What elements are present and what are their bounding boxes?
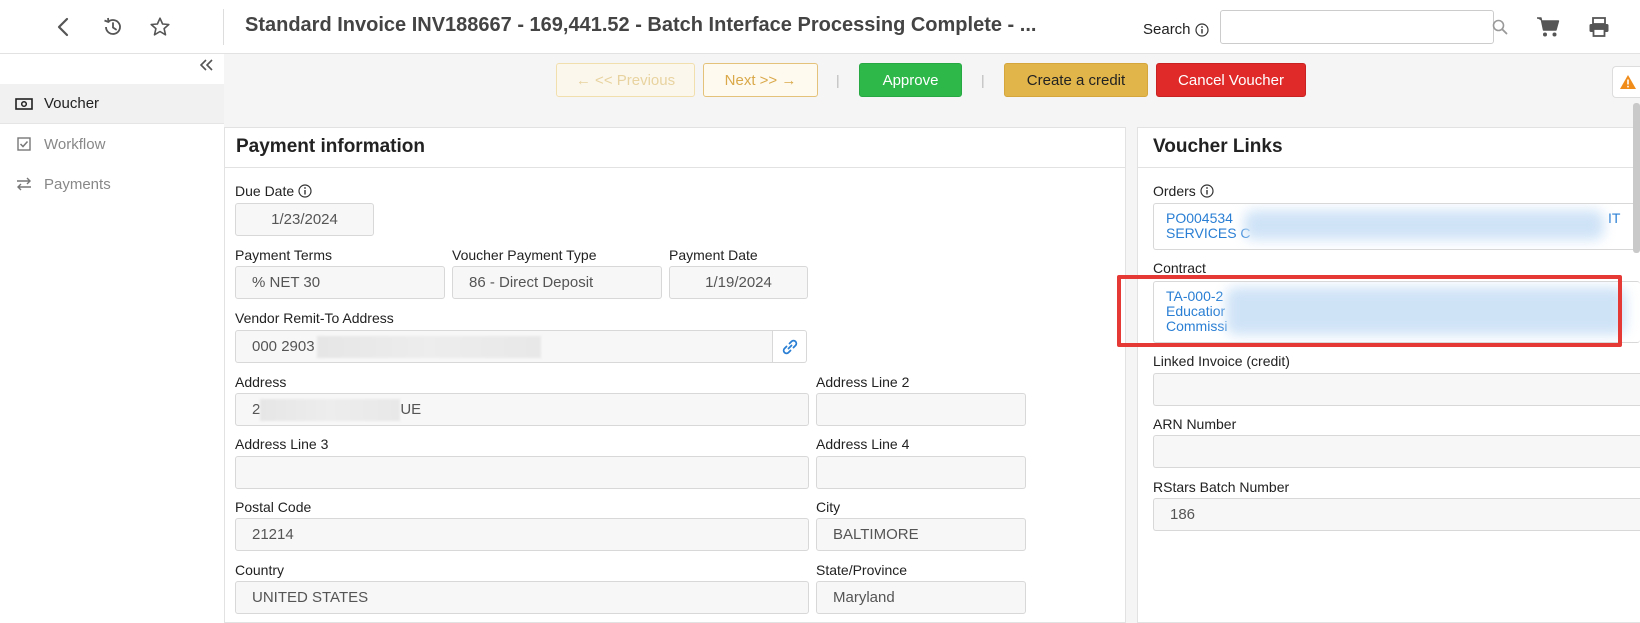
address-value-start: 2 bbox=[252, 401, 261, 418]
arn-number-label: ARN Number bbox=[1153, 416, 1237, 432]
address-field[interactable]: 2 UE bbox=[235, 393, 809, 426]
back-icon[interactable] bbox=[50, 14, 76, 40]
info-icon bbox=[1200, 184, 1214, 198]
state-label: State/Province bbox=[816, 562, 908, 578]
remit-to-label: Vendor Remit-To Address bbox=[235, 310, 394, 326]
payment-terms-label: Payment Terms bbox=[235, 247, 332, 263]
sidebar-item-voucher[interactable]: Voucher bbox=[0, 84, 224, 124]
orders-label: Orders bbox=[1153, 183, 1214, 199]
arn-number-field[interactable] bbox=[1153, 435, 1640, 468]
payment-date-field[interactable]: 1/19/2024 bbox=[669, 266, 808, 299]
remit-to-value: 000 2903 bbox=[252, 338, 315, 355]
info-icon bbox=[1194, 22, 1209, 37]
rstars-batch-number-label: RStars Batch Number bbox=[1153, 479, 1290, 495]
country-field[interactable]: UNITED STATES bbox=[235, 581, 809, 614]
print-icon[interactable] bbox=[1586, 14, 1612, 40]
address-label: Address bbox=[235, 374, 287, 390]
checkbox-icon bbox=[14, 137, 34, 151]
sidebar-item-payments[interactable]: Payments bbox=[0, 164, 224, 204]
sidebar-item-workflow[interactable]: Workflow bbox=[0, 124, 224, 164]
state-field[interactable]: Maryland bbox=[816, 581, 1026, 614]
cancel-voucher-button[interactable]: Cancel Voucher bbox=[1156, 63, 1306, 97]
previous-button[interactable]: ← << Previous bbox=[556, 63, 695, 97]
redacted-text bbox=[260, 398, 401, 421]
top-bar: Standard Invoice INV188667 - 169,441.52 … bbox=[0, 0, 1640, 54]
voucher-payment-type-label: Voucher Payment Type bbox=[452, 247, 597, 263]
redacted-text bbox=[1226, 287, 1626, 335]
payment-date-label: Payment Date bbox=[669, 247, 758, 263]
redacted-text bbox=[316, 335, 541, 358]
postal-code-field[interactable]: 21214 bbox=[235, 518, 809, 551]
panel-title: Voucher Links bbox=[1138, 128, 1640, 168]
warning-icon[interactable] bbox=[1612, 66, 1640, 98]
sidebar-item-label: Payments bbox=[44, 175, 111, 193]
collapse-sidebar-icon[interactable] bbox=[199, 58, 214, 76]
toolbar-separator bbox=[223, 9, 224, 45]
due-date-label-text: Due Date bbox=[235, 183, 295, 199]
sidebar-item-label: Workflow bbox=[44, 135, 106, 153]
orders-field[interactable]: PO004534 SERVICES C IT bbox=[1153, 203, 1640, 250]
approve-button[interactable]: Approve bbox=[859, 63, 962, 97]
payment-terms-field[interactable]: % NET 30 bbox=[235, 266, 445, 299]
city-label: City bbox=[816, 499, 841, 515]
history-icon[interactable] bbox=[100, 14, 126, 40]
remit-to-field[interactable]: 000 2903 bbox=[235, 330, 773, 363]
contract-label: Contract bbox=[1153, 260, 1206, 276]
due-date-field[interactable]: 1/23/2024 bbox=[235, 203, 374, 236]
action-separator: | bbox=[836, 72, 840, 88]
panel-title: Payment information bbox=[225, 128, 1125, 168]
postal-code-label: Postal Code bbox=[235, 499, 312, 515]
order-link-end[interactable]: IT bbox=[1608, 211, 1620, 226]
address-line-4-field[interactable] bbox=[816, 456, 1026, 489]
cart-icon[interactable] bbox=[1535, 14, 1561, 40]
search-label: Search bbox=[1143, 21, 1209, 38]
voucher-payment-type-field[interactable]: 86 - Direct Deposit bbox=[452, 266, 662, 299]
next-button[interactable]: Next >> → bbox=[703, 63, 818, 97]
address-line-3-label: Address Line 3 bbox=[235, 436, 329, 452]
city-field[interactable]: BALTIMORE bbox=[816, 518, 1026, 551]
money-icon bbox=[14, 97, 34, 110]
due-date-label: Due Date bbox=[235, 183, 312, 199]
create-credit-button[interactable]: Create a credit bbox=[1004, 63, 1148, 97]
star-icon[interactable] bbox=[147, 14, 173, 40]
page-title: Standard Invoice INV188667 - 169,441.52 … bbox=[245, 14, 1037, 36]
action-separator: | bbox=[981, 72, 985, 88]
linked-invoice-field[interactable] bbox=[1153, 373, 1640, 406]
search-icon[interactable] bbox=[1489, 16, 1511, 38]
address-line-2-field[interactable] bbox=[816, 393, 1026, 426]
address-line-2-label: Address Line 2 bbox=[816, 374, 910, 390]
info-icon bbox=[298, 184, 312, 198]
address-line-4-label: Address Line 4 bbox=[816, 436, 910, 452]
address-value-end: UE bbox=[400, 401, 422, 418]
transfer-icon bbox=[14, 177, 34, 191]
search-input[interactable] bbox=[1220, 10, 1494, 44]
link-icon[interactable] bbox=[773, 330, 807, 363]
country-label: Country bbox=[235, 562, 285, 578]
contract-field[interactable]: TA-000-2 Educatior Commissi bbox=[1153, 281, 1640, 343]
address-line-3-field[interactable] bbox=[235, 456, 809, 489]
scrollbar[interactable] bbox=[1633, 103, 1640, 253]
redacted-text bbox=[1244, 210, 1604, 240]
sidebar-item-label: Voucher bbox=[44, 95, 100, 112]
linked-invoice-label: Linked Invoice (credit) bbox=[1153, 353, 1290, 369]
rstars-batch-number-field[interactable]: 186 bbox=[1153, 498, 1640, 531]
orders-label-text: Orders bbox=[1153, 183, 1196, 199]
search-label-text: Search bbox=[1143, 21, 1191, 38]
